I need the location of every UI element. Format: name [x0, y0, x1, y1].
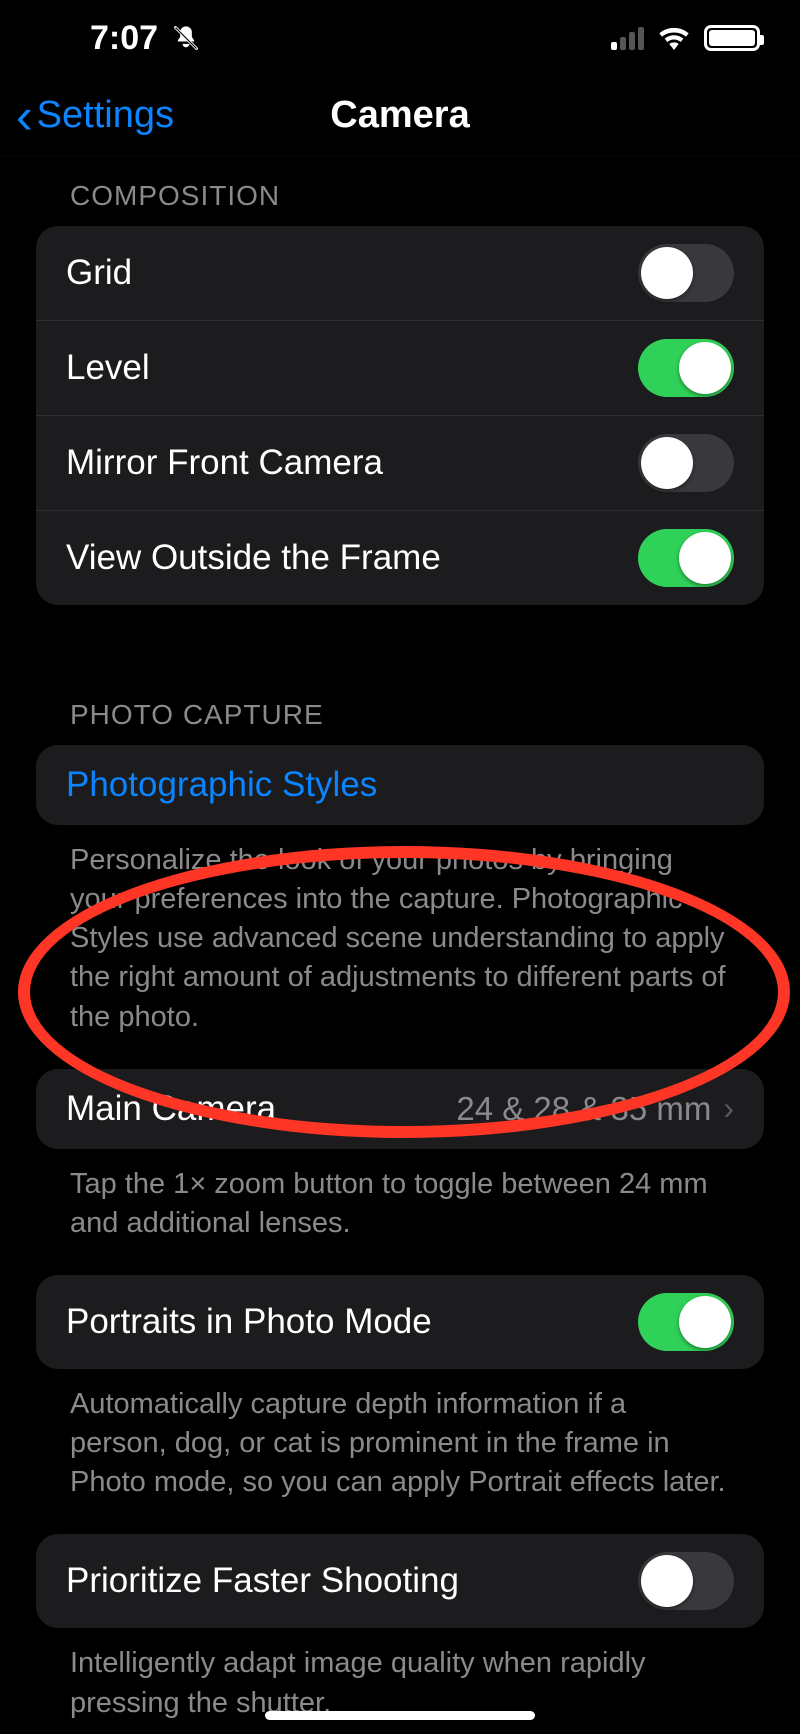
- group-composition: Grid Level Mirror Front Camera View Outs…: [36, 226, 764, 605]
- group-photographic-styles: Photographic Styles: [36, 745, 764, 825]
- content: COMPOSITION Grid Level Mirror Front Came…: [0, 156, 800, 1723]
- row-grid[interactable]: Grid: [36, 226, 764, 320]
- section-header-composition: COMPOSITION: [36, 156, 764, 226]
- group-portraits: Portraits in Photo Mode: [36, 1275, 764, 1369]
- chevron-right-icon: ›: [723, 1090, 734, 1127]
- toggle-grid[interactable]: [638, 244, 734, 302]
- back-label: Settings: [37, 94, 174, 137]
- label-main-camera: Main Camera: [66, 1089, 276, 1129]
- value-main-camera: 24 & 28 & 35 mm ›: [456, 1090, 734, 1128]
- status-left: 7:07: [90, 19, 200, 58]
- back-button[interactable]: ‹ Settings: [0, 91, 174, 141]
- row-level[interactable]: Level: [36, 320, 764, 415]
- nav-bar: ‹ Settings Camera: [0, 76, 800, 156]
- label-outside: View Outside the Frame: [66, 538, 441, 578]
- silent-icon: [172, 24, 200, 52]
- footer-main-camera: Tap the 1× zoom button to toggle between…: [36, 1149, 764, 1243]
- label-styles: Photographic Styles: [66, 765, 377, 805]
- label-mirror: Mirror Front Camera: [66, 443, 383, 483]
- cellular-icon: [611, 26, 644, 50]
- row-photographic-styles[interactable]: Photographic Styles: [36, 745, 764, 825]
- wifi-icon: [658, 26, 690, 50]
- footer-faster: Intelligently adapt image quality when r…: [36, 1628, 764, 1722]
- status-bar: 7:07: [0, 0, 800, 76]
- footer-portraits: Automatically capture depth information …: [36, 1369, 764, 1502]
- toggle-portraits[interactable]: [638, 1293, 734, 1351]
- home-indicator[interactable]: [265, 1711, 535, 1720]
- label-faster: Prioritize Faster Shooting: [66, 1561, 459, 1601]
- status-right: [611, 25, 760, 51]
- value-main-camera-text: 24 & 28 & 35 mm: [456, 1090, 711, 1128]
- toggle-faster[interactable]: [638, 1552, 734, 1610]
- label-portraits: Portraits in Photo Mode: [66, 1302, 432, 1342]
- chevron-left-icon: ‹: [16, 91, 33, 141]
- row-prioritize-faster-shooting[interactable]: Prioritize Faster Shooting: [36, 1534, 764, 1628]
- battery-icon: [704, 25, 760, 51]
- label-level: Level: [66, 348, 150, 388]
- group-main-camera: Main Camera 24 & 28 & 35 mm ›: [36, 1069, 764, 1149]
- section-header-photo-capture: PHOTO CAPTURE: [36, 675, 764, 745]
- row-mirror-front-camera[interactable]: Mirror Front Camera: [36, 415, 764, 510]
- label-grid: Grid: [66, 253, 132, 293]
- group-faster-shooting: Prioritize Faster Shooting: [36, 1534, 764, 1628]
- footer-photographic-styles: Personalize the look of your photos by b…: [36, 825, 764, 1037]
- status-time: 7:07: [90, 19, 158, 58]
- toggle-outside[interactable]: [638, 529, 734, 587]
- toggle-level[interactable]: [638, 339, 734, 397]
- row-main-camera[interactable]: Main Camera 24 & 28 & 35 mm ›: [36, 1069, 764, 1149]
- row-view-outside-frame[interactable]: View Outside the Frame: [36, 510, 764, 605]
- row-portraits-in-photo-mode[interactable]: Portraits in Photo Mode: [36, 1275, 764, 1369]
- toggle-mirror[interactable]: [638, 434, 734, 492]
